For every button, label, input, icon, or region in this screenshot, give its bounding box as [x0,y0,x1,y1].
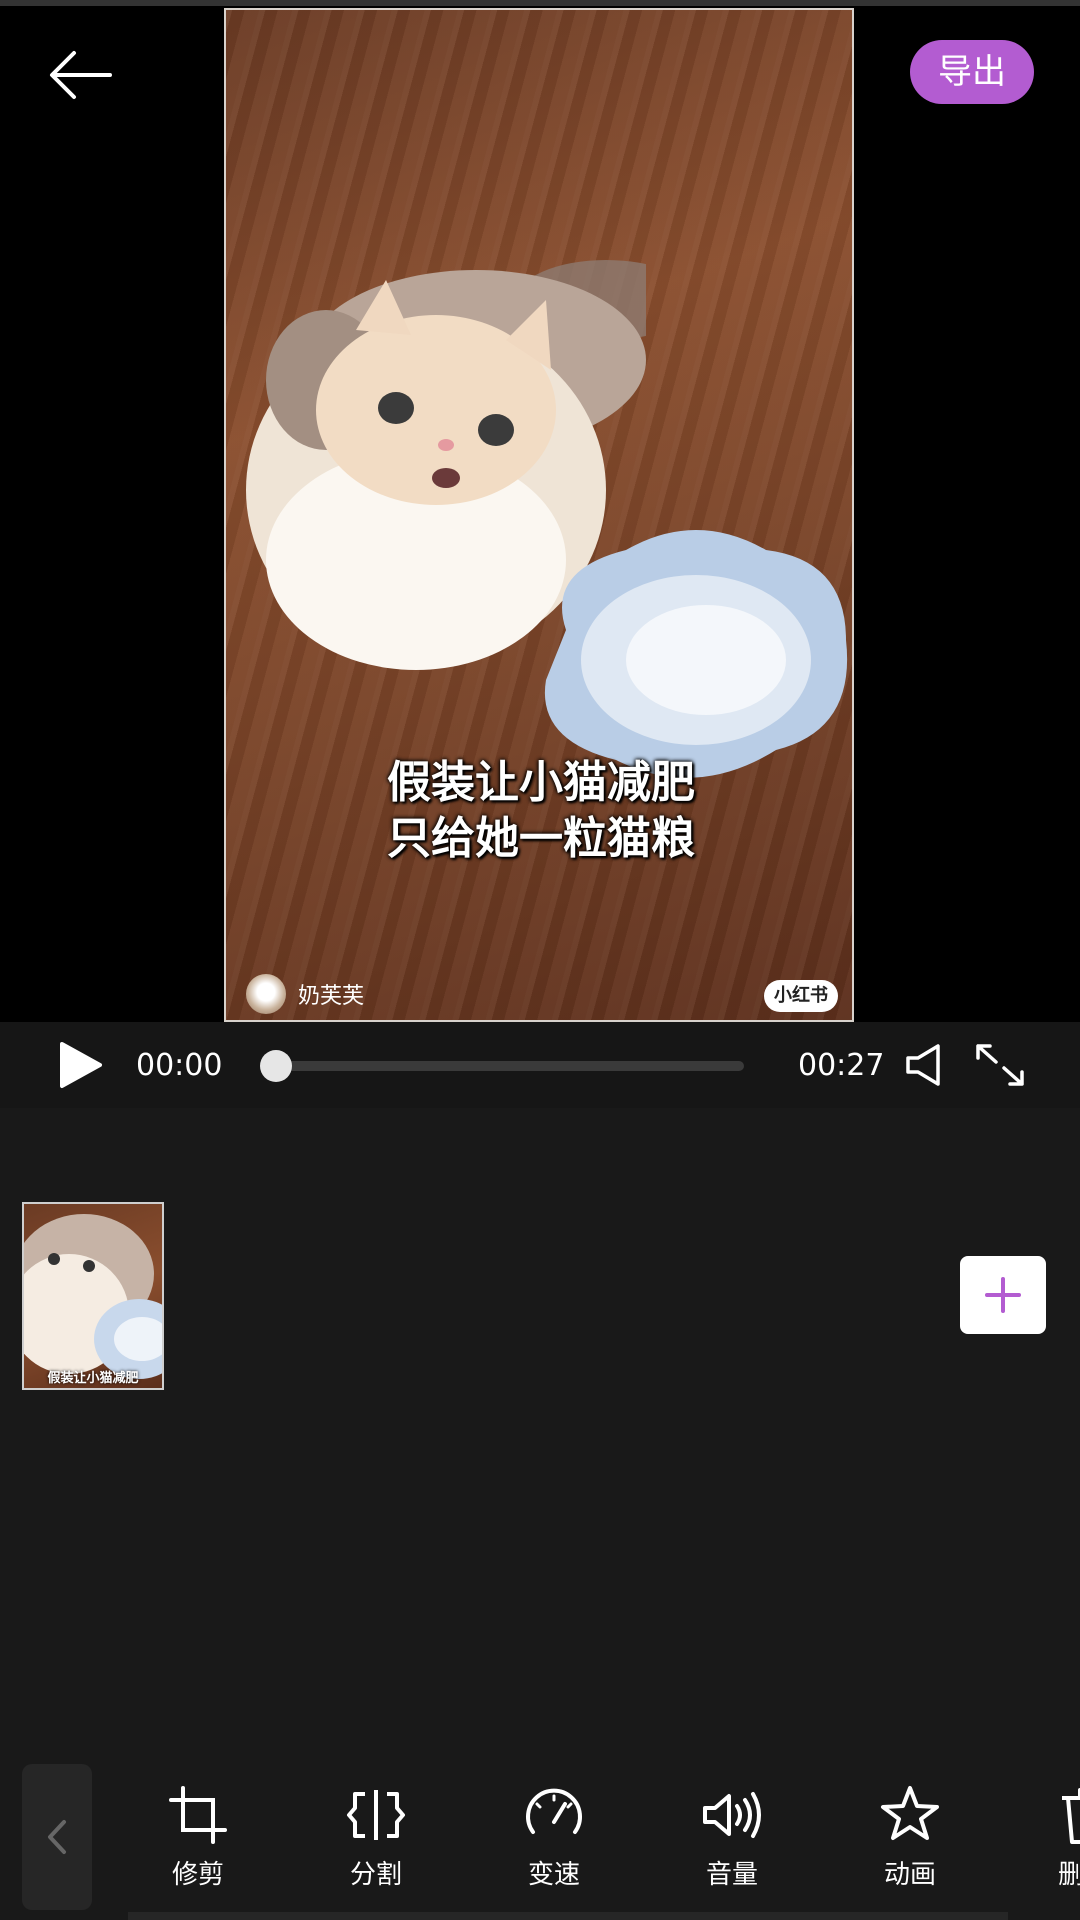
tool-speed[interactable]: 变速 [494,1764,614,1904]
mute-button[interactable] [904,1042,950,1088]
expand-icon [976,1044,1024,1086]
fullscreen-button[interactable] [974,1042,1026,1088]
tool-label: 修剪 [171,1860,224,1890]
timeline-clip[interactable]: 假装让小猫减肥 [22,1202,164,1390]
tool-volume[interactable]: 音量 [672,1764,792,1904]
export-button[interactable]: 导出 [910,40,1034,104]
platform-watermark: 小红书 [764,980,838,1012]
speaker-icon [906,1044,940,1086]
video-preview[interactable]: 假装让小猫减肥 只给她一粒猫粮 奶芙芙 小红书 [224,8,854,1022]
tool-split[interactable]: 分割 [316,1764,436,1904]
avatar [246,974,286,1014]
video-caption: 假装让小猫减肥 只给她一粒猫粮 [226,755,852,867]
caption-line: 只给她一粒猫粮 [387,813,695,864]
progress-handle[interactable] [260,1050,292,1082]
tool-label: 删 [1058,1860,1080,1890]
back-button[interactable] [40,40,120,110]
tool-label: 分割 [349,1860,402,1890]
author-name: 奶芙芙 [298,984,365,1009]
trash-icon [1062,1788,1080,1844]
current-time: 00:00 [136,1048,223,1083]
progress-track[interactable] [272,1061,744,1071]
author-info: 奶芙芙 [246,972,364,1016]
arrow-left-icon [50,51,112,99]
star-icon [881,1786,939,1840]
caption-line: 假装让小猫减肥 [387,757,695,808]
clip-caption: 假装让小猫减肥 [47,1371,139,1386]
toolbar-scroll-left-button[interactable] [22,1764,92,1910]
home-indicator-strip [128,1912,1008,1920]
tool-label: 动画 [883,1860,936,1890]
status-bar-strip [0,0,1080,6]
play-button[interactable] [56,1040,104,1090]
tool-animation[interactable]: 动画 [850,1764,970,1904]
speedometer-icon [526,1788,582,1834]
play-icon [60,1042,102,1088]
tool-trim[interactable]: 修剪 [138,1764,258,1904]
clip-thumbnail-image [24,1214,162,1379]
chevron-left-icon [48,1820,66,1854]
tool-label: 音量 [705,1860,758,1890]
total-time: 00:27 [798,1048,885,1083]
volume-icon [703,1792,761,1838]
tool-delete[interactable]: 删 [1028,1764,1080,1904]
split-icon [347,1790,405,1840]
tool-label: 变速 [527,1860,580,1890]
add-clip-button[interactable] [960,1256,1046,1334]
plus-icon [985,1277,1021,1313]
crop-icon [169,1786,227,1844]
